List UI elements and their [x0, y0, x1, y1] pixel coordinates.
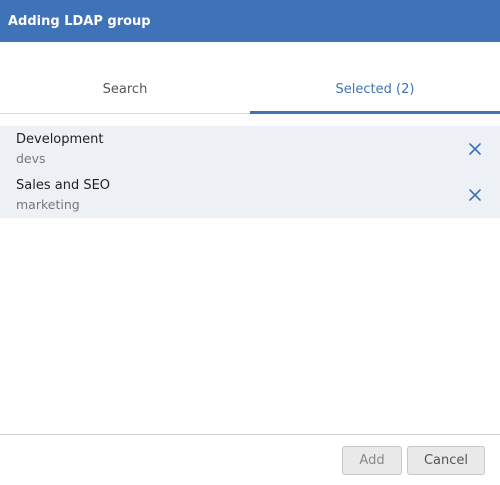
group-name: Sales and SEO — [16, 178, 111, 193]
group-name: Development — [16, 132, 104, 147]
cancel-button[interactable]: Cancel — [407, 446, 485, 475]
tab-search-label: Search — [102, 82, 148, 97]
tab-search[interactable]: Search — [0, 66, 250, 113]
group-id: marketing — [16, 197, 80, 212]
remove-group-button[interactable] — [466, 140, 484, 158]
selected-groups-list: Development devs Sales and SEO marketing — [0, 126, 500, 218]
remove-group-button[interactable] — [466, 186, 484, 204]
group-id: devs — [16, 151, 46, 166]
dialog-title-bar: Adding LDAP group — [0, 0, 500, 42]
add-button[interactable]: Add — [342, 446, 402, 475]
close-icon — [469, 189, 481, 201]
close-icon — [469, 143, 481, 155]
tab-bar: Search Selected (2) — [0, 66, 500, 114]
tab-selected[interactable]: Selected (2) — [250, 66, 500, 114]
list-item: Sales and SEO marketing — [0, 172, 500, 218]
dialog-title: Adding LDAP group — [8, 13, 151, 29]
tab-selected-label: Selected (2) — [335, 82, 415, 97]
dialog-footer: Add Cancel — [0, 434, 500, 485]
list-item: Development devs — [0, 126, 500, 172]
